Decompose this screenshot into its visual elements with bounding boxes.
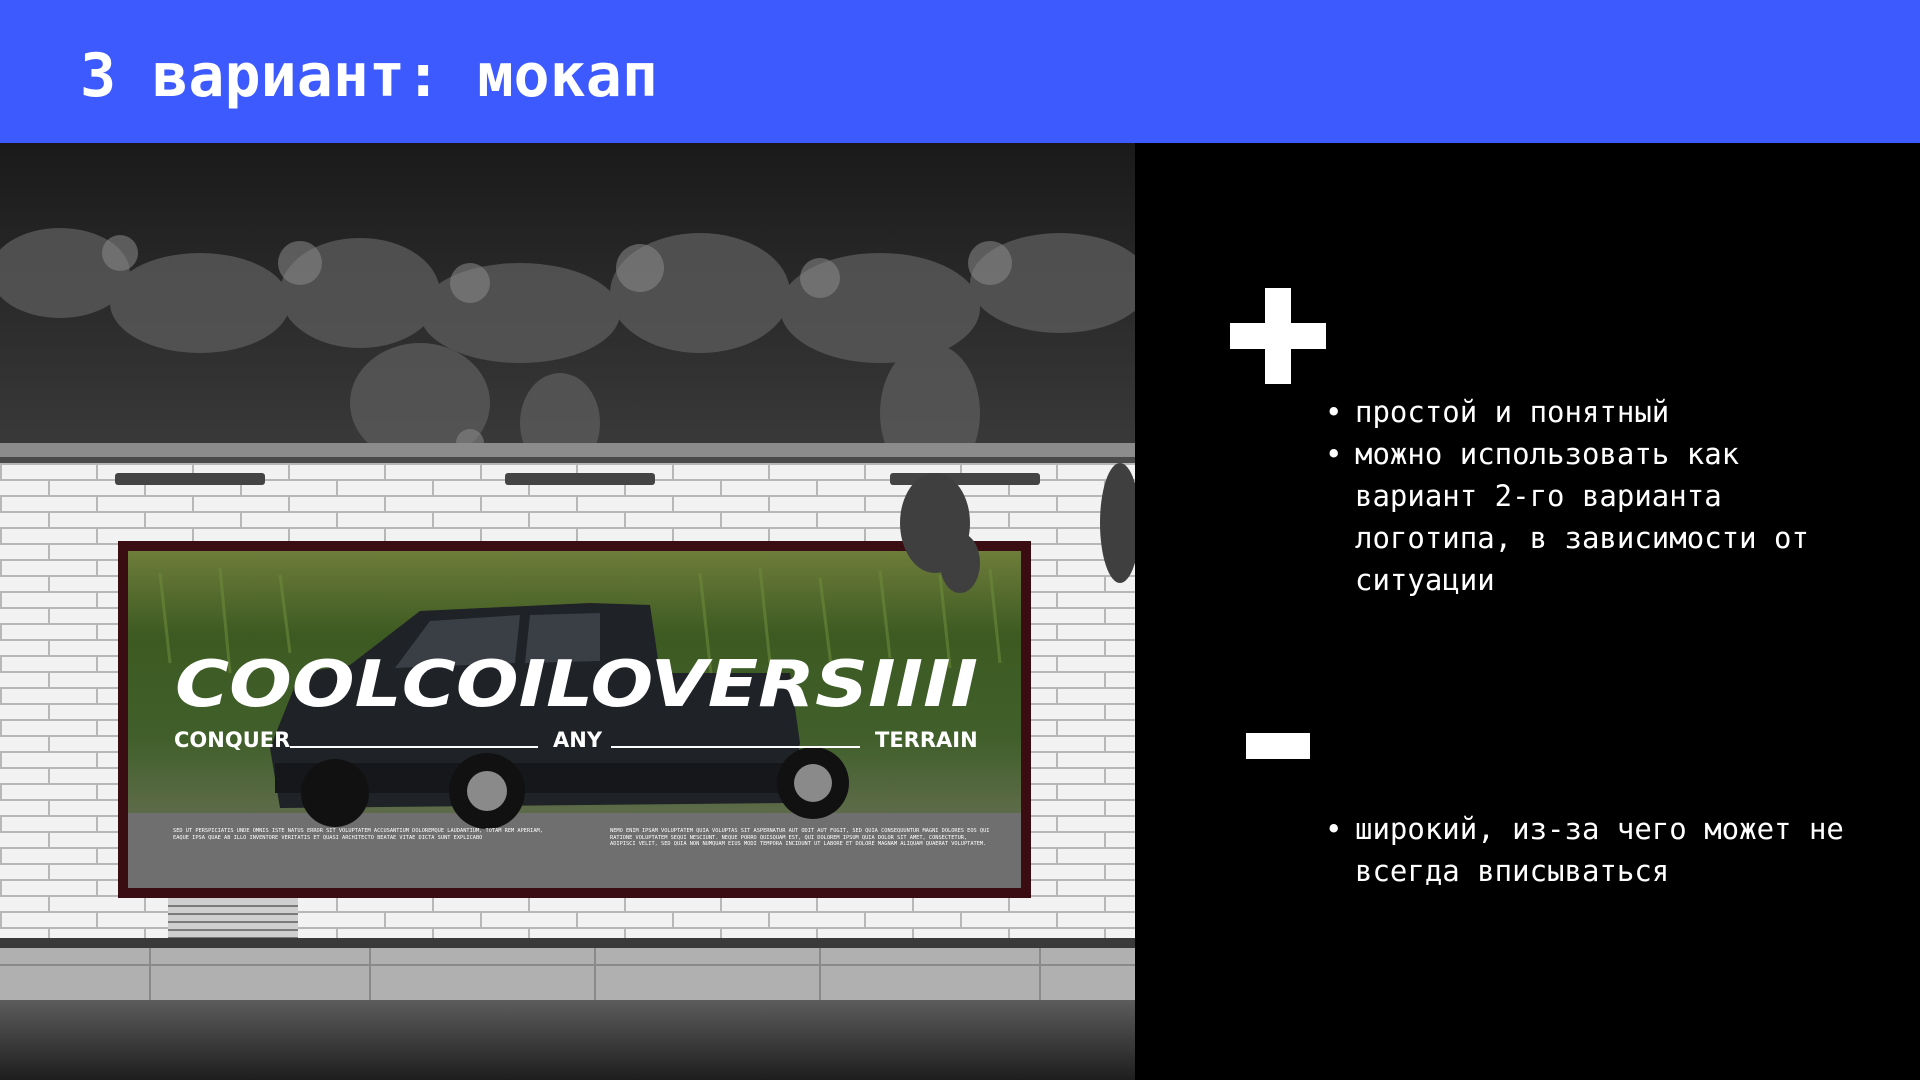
- billboard-tagline-any: ANY: [553, 728, 603, 752]
- pros-list: простой и понятный можно использовать ка…: [1325, 391, 1875, 601]
- billboard-scene: COOLCOILOVERSIIII CONQUER ANY TERRAIN SE…: [0, 143, 1135, 1080]
- wall-lamps: [115, 473, 1040, 485]
- list-item: простой и понятный: [1325, 391, 1875, 433]
- wall-base: [0, 938, 1135, 948]
- list-item: широкий, из-за чего может не всегда впис…: [1325, 808, 1875, 892]
- billboard-body-right: NEMO ENIM IPSAM VOLUPTATEM QUIA VOLUPTAS…: [610, 828, 990, 848]
- billboard-brand-text: COOLCOILOVERSIIII: [175, 648, 978, 722]
- billboard-tagline-conquer: CONQUER: [174, 728, 290, 752]
- billboard-mockup-photo: COOLCOILOVERSIIII CONQUER ANY TERRAIN SE…: [0, 143, 1135, 1080]
- slide-header: 3 вариант: мокап: [0, 0, 1920, 143]
- sidewalk: [0, 948, 1135, 1000]
- billboard-body-left: SED UT PERSPICIATIS UNDE OMNIS ISTE NATU…: [173, 828, 543, 841]
- slide-title: 3 вариант: мокап: [80, 41, 658, 111]
- cons-list: широкий, из-за чего может не всегда впис…: [1325, 808, 1875, 892]
- road: [0, 1000, 1135, 1080]
- plus-icon: [1230, 288, 1326, 384]
- billboard-tagline-terrain: TERRAIN: [875, 728, 978, 752]
- list-item: можно использовать как вариант 2-го вари…: [1325, 433, 1875, 601]
- wall-ledge: [0, 443, 1135, 457]
- minus-icon: [1246, 733, 1310, 759]
- pros-cons-panel: простой и понятный можно использовать ка…: [1135, 143, 1920, 1080]
